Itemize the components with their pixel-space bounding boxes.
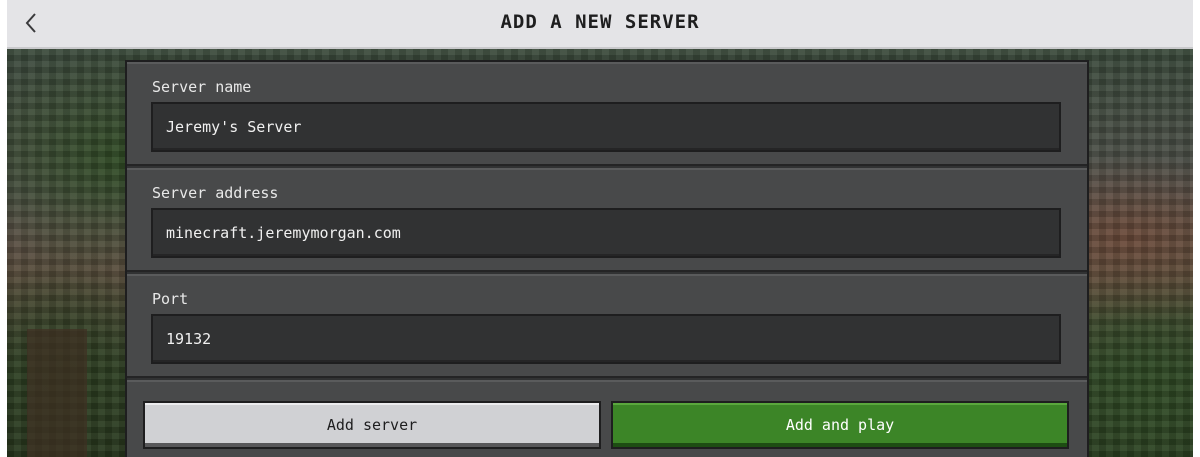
page-title: ADD A NEW SERVER (500, 11, 700, 33)
server-name-input[interactable] (153, 104, 1059, 150)
server-name-field-box (151, 102, 1061, 152)
server-name-label: Server name (152, 78, 252, 96)
server-form-panel: Server name Server address Port Add serv… (125, 60, 1089, 457)
server-address-section: Server address (127, 168, 1087, 272)
port-input[interactable] (153, 316, 1059, 362)
add-and-play-button[interactable]: Add and play (611, 401, 1069, 449)
server-address-label: Server address (152, 184, 279, 202)
app-window: ADD A NEW SERVER Server name Server addr… (7, 0, 1193, 457)
server-address-field-box (151, 208, 1061, 258)
tree-trunk (27, 329, 87, 457)
port-section: Port (127, 274, 1087, 378)
port-label: Port (152, 290, 189, 308)
form-actions: Add server Add and play (127, 380, 1087, 457)
top-bar: ADD A NEW SERVER (7, 0, 1193, 49)
add-server-button[interactable]: Add server (143, 401, 601, 449)
server-address-input[interactable] (153, 210, 1059, 256)
server-name-section: Server name (127, 62, 1087, 166)
port-field-box (151, 314, 1061, 364)
